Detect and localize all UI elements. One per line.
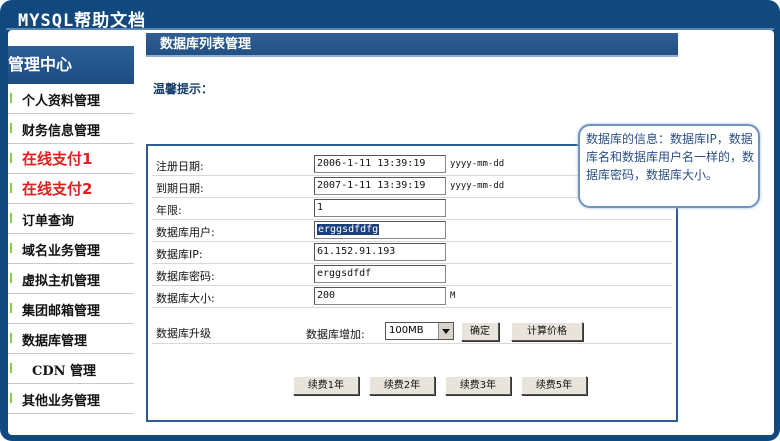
bullet-icon xyxy=(10,303,12,313)
expire-date-label: 到期日期: xyxy=(156,182,204,195)
callout-text: 数据库的信息：数据库IP，数据库名和数据库用户名一样的，数据库密码，数据库大小。 xyxy=(586,132,755,182)
db-size-unit: M xyxy=(450,291,456,301)
bullet-icon xyxy=(10,363,12,373)
date-format-hint: yyyy-mm-dd xyxy=(450,159,505,169)
sidebar-item-database[interactable]: 数据库管理 xyxy=(8,324,134,354)
chevron-down-icon[interactable] xyxy=(438,323,453,339)
form-row-db-password: 数据库密码: erggsdfdf xyxy=(152,264,672,286)
bullet-icon xyxy=(10,153,12,163)
sidebar-list: 个人资料管理 财务信息管理 在线支付1 在线支付2 订单查询 域名业务管理 虚拟… xyxy=(8,84,134,414)
sidebar-item-profile[interactable]: 个人资料管理 xyxy=(8,84,134,114)
sidebar-item-payment-1[interactable]: 在线支付1 xyxy=(8,144,134,174)
upgrade-label: 数据库升级 xyxy=(156,327,211,340)
db-user-field[interactable]: erggsdfdfg xyxy=(314,221,446,239)
bullet-icon xyxy=(10,393,12,403)
bullet-icon xyxy=(10,93,12,103)
sidebar-item-label: 订单查询 xyxy=(22,214,75,229)
upgrade-size-select[interactable]: 100MB xyxy=(385,322,454,340)
form-row-db-user: 数据库用户: erggsdfdfg xyxy=(152,220,672,242)
sidebar-item-payment-2[interactable]: 在线支付2 xyxy=(8,174,134,204)
renew-1-year-button[interactable]: 续费1年 xyxy=(293,376,359,395)
bullet-icon xyxy=(10,333,12,343)
sidebar-item-label: 在线支付2 xyxy=(22,180,93,198)
sidebar-item-orders[interactable]: 订单查询 xyxy=(8,204,134,234)
sidebar-header: 管理中心 xyxy=(8,46,134,84)
bullet-icon xyxy=(10,243,12,253)
expire-date-field[interactable]: 2007-1-11 13:39:19 xyxy=(314,177,446,195)
db-size-field[interactable]: 200 xyxy=(314,287,446,305)
renew-5-year-button[interactable]: 续费5年 xyxy=(521,376,587,395)
db-user-label: 数据库用户: xyxy=(156,226,215,239)
sidebar-item-label: 域名业务管理 xyxy=(22,244,101,259)
sidebar-item-domains[interactable]: 域名业务管理 xyxy=(8,234,134,264)
calc-price-button[interactable]: 计算价格 xyxy=(511,322,583,341)
sidebar-item-finance[interactable]: 财务信息管理 xyxy=(8,114,134,144)
sidebar-item-label: 在线支付1 xyxy=(22,150,93,168)
form-row-upgrade: 数据库升级 数据库增加: 100MB 确定 计算价格 xyxy=(152,319,672,344)
db-size-label: 数据库大小: xyxy=(156,292,215,305)
years-label: 年限: xyxy=(156,204,182,217)
date-format-hint: yyyy-mm-dd xyxy=(450,181,505,191)
db-ip-field[interactable]: 61.152.91.193 xyxy=(314,243,446,261)
db-ip-label: 数据库IP: xyxy=(156,248,203,261)
sidebar-item-label: 其他业务管理 xyxy=(22,394,101,409)
register-date-field[interactable]: 2006-1-11 13:39:19 xyxy=(314,155,446,173)
sidebar: 管理中心 个人资料管理 财务信息管理 在线支付1 在线支付2 订单查询 域名业务… xyxy=(8,46,134,426)
db-password-label: 数据库密码: xyxy=(156,270,215,283)
bullet-icon xyxy=(10,273,12,283)
sidebar-item-label: 集团邮箱管理 xyxy=(22,304,101,319)
register-date-label: 注册日期: xyxy=(156,160,204,173)
form-row-db-size: 数据库大小: 200 M xyxy=(152,286,672,308)
sidebar-item-label: 虚拟主机管理 xyxy=(22,274,101,289)
sidebar-item-label: 个人资料管理 xyxy=(22,94,101,109)
db-password-field[interactable]: erggsdfdf xyxy=(314,265,446,283)
sidebar-item-label: 财务信息管理 xyxy=(22,124,101,139)
confirm-button[interactable]: 确定 xyxy=(461,322,499,341)
bullet-icon xyxy=(10,183,12,193)
renew-2-year-button[interactable]: 续费2年 xyxy=(369,376,435,395)
upgrade-size-value: 100MB xyxy=(389,325,424,336)
sidebar-item-other[interactable]: 其他业务管理 xyxy=(8,384,134,414)
page-title: 数据库列表管理 xyxy=(146,33,678,57)
years-field[interactable]: 1 xyxy=(314,199,446,217)
bullet-icon xyxy=(10,213,12,223)
db-user-value: erggsdfdfg xyxy=(317,224,380,235)
upgrade-add-label: 数据库增加: xyxy=(306,328,365,341)
sidebar-item-label: 数据库管理 xyxy=(22,334,88,349)
sidebar-item-cdn[interactable]: CDN 管理 xyxy=(8,354,134,384)
renew-3-year-button[interactable]: 续费3年 xyxy=(445,376,511,395)
sidebar-item-mail[interactable]: 集团邮箱管理 xyxy=(8,294,134,324)
sidebar-item-label: CDN 管理 xyxy=(32,364,97,379)
info-callout: 数据库的信息：数据库IP，数据库名和数据库用户名一样的，数据库密码，数据库大小。 xyxy=(578,124,760,208)
bullet-icon xyxy=(10,123,12,133)
tip-label: 温馨提示： xyxy=(153,82,214,96)
form-row-db-ip: 数据库IP: 61.152.91.193 xyxy=(152,242,672,264)
sidebar-item-hosting[interactable]: 虚拟主机管理 xyxy=(8,264,134,294)
